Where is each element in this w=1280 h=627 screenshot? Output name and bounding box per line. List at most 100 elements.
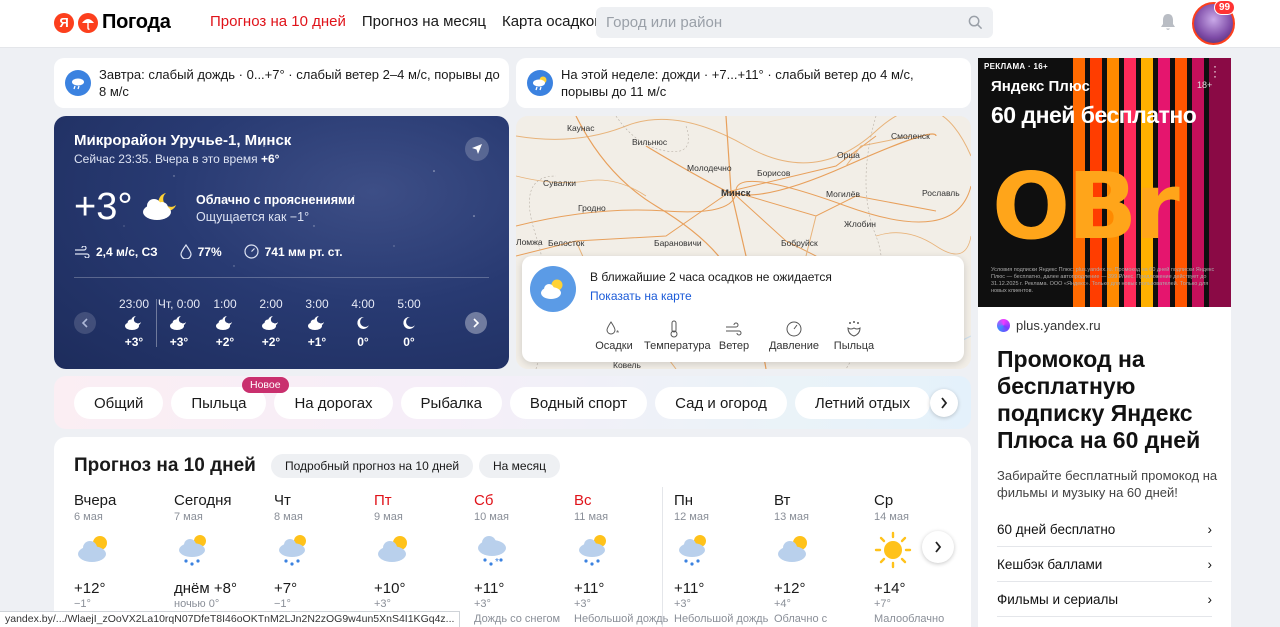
bell-icon[interactable] bbox=[1160, 13, 1176, 32]
pollen-flower-icon bbox=[824, 318, 884, 340]
pills-next-button[interactable] bbox=[930, 389, 958, 417]
ad-banner[interactable]: РЕКЛАМА · 16+ · · · 18+ Яндекс Плюс 60 дне… bbox=[978, 58, 1231, 307]
chevron-right-icon: › bbox=[1207, 591, 1213, 607]
ad-title[interactable]: Промокод на бесплатную подписку Яндекс П… bbox=[997, 346, 1217, 454]
hour-time: 2:00 bbox=[259, 297, 283, 311]
age-rating: 18+ bbox=[1197, 80, 1213, 90]
hour-temp: +3° bbox=[124, 335, 144, 349]
forecast-day[interactable]: Пт9 мая+10°+3°Облачно с прояснениями bbox=[374, 492, 474, 627]
ad-headline: 60 дней бесплатно bbox=[991, 102, 1197, 128]
hours-next-button[interactable] bbox=[465, 312, 487, 334]
hour-time: Чт, 0:00 bbox=[157, 297, 201, 311]
day-name: Пн bbox=[674, 492, 694, 509]
forecast-day[interactable]: Вчера6 мая+12°−1°Облачно с прояснениями bbox=[74, 492, 174, 627]
night-temp: −1° bbox=[274, 598, 291, 610]
day-date: 11 мая bbox=[574, 511, 609, 523]
forecast-day[interactable]: Пн 12 мая +11° +3° Небольшой дождь bbox=[674, 492, 774, 627]
day-list: Вчера6 мая+12°−1°Облачно с прояснениямиС… bbox=[74, 492, 971, 627]
city-label: Молодечно bbox=[687, 163, 732, 173]
show-on-map-link[interactable]: Показать на карте bbox=[590, 289, 692, 303]
layer-temperature[interactable]: Температура bbox=[644, 318, 711, 352]
cloud-moon-icon bbox=[294, 315, 340, 333]
layer-precip[interactable]: * Осадки bbox=[584, 318, 644, 352]
nav-precip-map[interactable]: Карта осадков bbox=[502, 13, 602, 30]
hours-prev-button[interactable] bbox=[74, 312, 96, 334]
wind-stat: 2,4 м/с, СЗ bbox=[74, 244, 158, 259]
forecast-day[interactable]: Чт8 мая+7°−1°Небольшой дождь bbox=[274, 492, 374, 627]
chevron-right-icon bbox=[941, 397, 948, 409]
sleet-icon: * bbox=[474, 531, 574, 569]
cloud-moon-icon bbox=[143, 193, 176, 220]
ad-domain[interactable]: plus.yandex.ru bbox=[997, 318, 1101, 333]
forecast-day[interactable]: Сб 10 мая * +11° +3° Дождь со снегом bbox=[474, 492, 574, 627]
night-temp: ночью 0° bbox=[174, 598, 220, 610]
alert-tomorrow-text: Завтра: слабый дождь · 0...+7° · слабый … bbox=[99, 67, 500, 99]
city-label: Орша bbox=[837, 150, 860, 160]
layer-pollen[interactable]: Пыльца bbox=[824, 318, 884, 352]
chevron-right-icon bbox=[935, 541, 942, 553]
ad-link[interactable]: Фильмы и сериалы › bbox=[997, 582, 1212, 617]
droplet-icon bbox=[179, 244, 192, 259]
ad-column: РЕКЛАМА · 16+ · · · 18+ Яндекс Плюс 60 дне… bbox=[978, 58, 1231, 627]
current-time-line: Сейчас 23:35. Вчера в это время +6° bbox=[74, 152, 279, 166]
ad-description: Забирайте бесплатный промокод на фильмы … bbox=[997, 468, 1218, 500]
day-temp: +12° bbox=[74, 580, 106, 597]
search-input[interactable] bbox=[596, 7, 956, 38]
forecast-day[interactable]: Вс 11 мая +11° +3° Небольшой дождь bbox=[574, 492, 674, 627]
ad-links: 60 дней бесплатно › Кешбэк баллами › Фильм… bbox=[997, 512, 1212, 617]
ad-link-label: Кешбэк баллами bbox=[997, 556, 1103, 572]
svg-text:*: * bbox=[616, 329, 619, 338]
notification-badge: 99 bbox=[1214, 0, 1236, 15]
ad-link[interactable]: 60 дней бесплатно › bbox=[997, 512, 1212, 547]
pill-garden[interactable]: Сад и огород bbox=[655, 387, 787, 419]
search-icon[interactable] bbox=[968, 15, 983, 30]
rain-sun-icon bbox=[174, 531, 274, 569]
hour-temp: +2° bbox=[261, 335, 281, 349]
layer-pressure[interactable]: Давление bbox=[764, 318, 824, 352]
alert-week-text: На этой неделе: дожди · +7...+11° · слаб… bbox=[561, 67, 914, 99]
day-name: Вчера bbox=[74, 492, 117, 509]
rain-sun-icon bbox=[274, 531, 374, 569]
hour-item: 1:00 +2° bbox=[202, 297, 248, 349]
pill-roads[interactable]: На дорогах bbox=[274, 387, 393, 419]
day-condition: Дождь со снегом bbox=[474, 613, 561, 625]
chevron-right-icon: › bbox=[1207, 521, 1213, 537]
feels-like: Ощущается как −1° bbox=[196, 210, 310, 224]
ad-link[interactable]: Кешбэк баллами › bbox=[997, 547, 1212, 582]
cloud-moon-icon bbox=[156, 315, 202, 333]
night-temp: +3° bbox=[374, 598, 391, 610]
forecast-day[interactable]: Ср 14 мая +14° +7° Малооблачно bbox=[874, 492, 971, 627]
layer-wind[interactable]: Ветер bbox=[704, 318, 764, 352]
forecast-day[interactable]: Сегодня7 маяднём +8°ночью 0°Небольшой до… bbox=[174, 492, 274, 627]
moon-icon bbox=[340, 315, 386, 333]
pill-fishing[interactable]: Рыбалка bbox=[400, 387, 502, 419]
hour-item: 3:00 +1° bbox=[294, 297, 340, 349]
alert-week[interactable]: На этой неделе: дожди · +7...+11° · слаб… bbox=[516, 58, 971, 108]
forecast-day[interactable]: Вт 13 мая +12°+4° Облачно с прояснениями bbox=[774, 492, 874, 627]
hour-time: 4:00 bbox=[351, 297, 375, 311]
pressure-gauge-icon bbox=[764, 318, 824, 340]
forecast-next-button[interactable] bbox=[922, 531, 954, 563]
location-arrow-icon bbox=[472, 144, 482, 154]
pill-general[interactable]: Общий bbox=[74, 387, 164, 419]
locate-button[interactable] bbox=[465, 137, 489, 161]
ad-big-text: OBr bbox=[992, 153, 1180, 260]
layer-label: Осадки bbox=[595, 340, 633, 352]
precipitation-map[interactable]: Каунас Вильнюс Смоленск Орша Молодечно Б… bbox=[516, 116, 971, 369]
city-label: Рославль bbox=[922, 188, 960, 198]
alert-tomorrow[interactable]: Завтра: слабый дождь · 0...+7° · слабый … bbox=[54, 58, 509, 108]
nav-10-days[interactable]: Прогноз на 10 дней bbox=[210, 13, 346, 30]
pressure-stat: 741 мм рт. ст. bbox=[244, 244, 343, 259]
tab-month[interactable]: На месяц bbox=[479, 454, 560, 478]
day-condition: Малооблачно bbox=[874, 613, 945, 625]
current-stats: 2,4 м/с, СЗ 77% 741 мм рт. ст. bbox=[74, 244, 343, 259]
tab-detailed-forecast[interactable]: Подробный прогноз на 10 дней bbox=[271, 454, 474, 478]
rain-sun-icon bbox=[674, 531, 774, 569]
pill-summer-rest[interactable]: Летний отдых bbox=[794, 387, 931, 419]
ad-link-label: 60 дней бесплатно bbox=[997, 521, 1116, 537]
map-layer-switcher: * Осадки Температура Ветер Давление Пыль… bbox=[584, 318, 884, 352]
more-dots-icon[interactable]: · · · bbox=[1213, 60, 1217, 82]
pill-water-sports[interactable]: Водный спорт bbox=[509, 387, 648, 419]
nav-month[interactable]: Прогноз на месяц bbox=[362, 13, 486, 30]
logo[interactable]: Я Погода bbox=[54, 11, 171, 34]
